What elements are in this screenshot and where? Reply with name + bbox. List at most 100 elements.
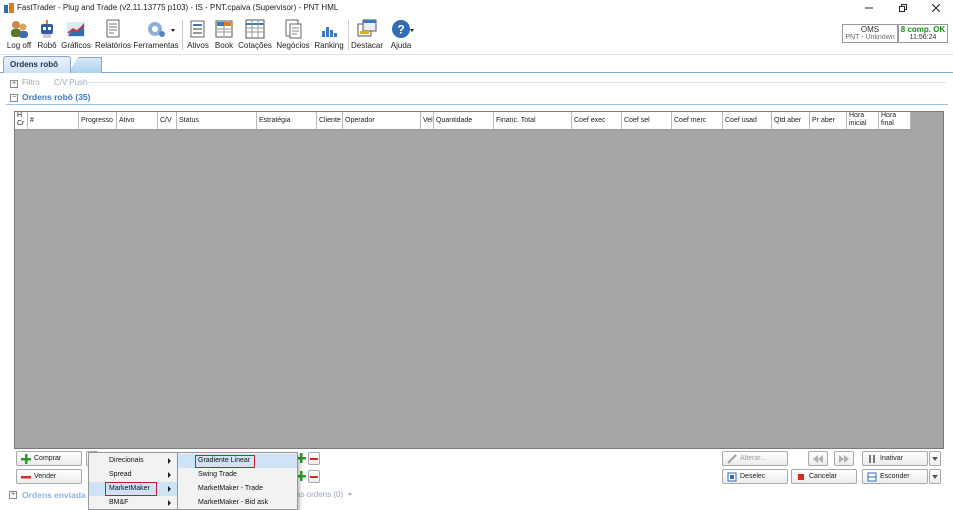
title-bar: FastTrader - Plug and Trade (v2.11.13775… [0, 0, 953, 16]
deselec-button[interactable]: Deselec [722, 469, 788, 484]
inativar-button[interactable]: Inativar [862, 451, 928, 466]
col-coef-sel[interactable]: Coef sel [622, 112, 672, 129]
toolbar-robo-button[interactable]: Robô [35, 18, 59, 52]
minimize-icon [865, 7, 873, 9]
components-status-box[interactable]: 8 comp. OK 11:56:24 [898, 24, 948, 43]
chevron-down-icon [932, 456, 938, 461]
rewind-icon [813, 454, 823, 463]
ferramentas-dropdown-chevron-icon[interactable] [171, 29, 175, 32]
filter-value: C/V:Push [54, 78, 88, 87]
sent-orders-count: as ordens (0) [296, 490, 344, 499]
col-qtd-aber[interactable]: Qtd aber [772, 112, 810, 129]
hide-icon [867, 472, 877, 482]
toolbar-ranking-button[interactable]: Ranking [313, 18, 345, 52]
orders-section-title: Ordens robô (35) [22, 92, 91, 102]
book-icon [214, 19, 234, 39]
col-vel[interactable]: Vel [421, 112, 434, 129]
col-number[interactable]: # [28, 112, 79, 129]
col-cliente[interactable]: Cliente [317, 112, 343, 129]
oms-label: OMS [860, 25, 880, 34]
submenu-arrow-icon [168, 486, 171, 492]
sent-orders-expand-toggle[interactable]: + [9, 491, 17, 499]
close-icon [932, 4, 940, 12]
toolbar-cotacoes-button[interactable]: Cotações [238, 18, 272, 52]
cancel-square-icon [796, 472, 806, 482]
help-icon: ? [391, 19, 411, 39]
pause-icon [867, 454, 877, 464]
forward-icon [839, 454, 849, 463]
col-pr-aber[interactable]: Pr aber [810, 112, 847, 129]
oms-status-box[interactable]: OMS PNT - Unknown [842, 24, 898, 43]
col-h-cr[interactable]: H Cr [15, 112, 28, 129]
tab-label: Ordens robô [10, 60, 59, 69]
alterar-button[interactable]: Alterar... [722, 451, 788, 466]
charts-icon [66, 19, 86, 39]
col-hora-final[interactable]: Hora final [879, 112, 911, 129]
col-quantidade[interactable]: Quantidade [434, 112, 494, 129]
grid-header: H Cr # Progresso Ativo C/V Status Estrat… [15, 112, 911, 130]
reports-icon [103, 19, 123, 39]
minimize-button[interactable] [852, 0, 886, 16]
col-coef-usad[interactable]: Coef usad [723, 112, 772, 129]
col-coef-exec[interactable]: Coef exec [572, 112, 622, 129]
ajuda-dropdown-chevron-icon[interactable] [410, 29, 414, 32]
toolbar-negocios-button[interactable]: Negócios [275, 18, 311, 52]
remove-row-button[interactable] [308, 452, 320, 465]
col-estrategia[interactable]: Estratégia [257, 112, 317, 129]
pencil-icon [727, 453, 737, 464]
main-toolbar: Log off Robô Gráficos Relatórios Ferrame… [0, 16, 953, 55]
assets-icon [188, 19, 208, 39]
col-coef-merc[interactable]: Coef merc [672, 112, 723, 129]
restore-icon [899, 4, 907, 12]
clock-time: 11:56:24 [909, 34, 937, 41]
restore-button[interactable] [886, 0, 920, 16]
tab-ordens-robo[interactable]: Ordens robô [3, 56, 71, 73]
toolbar-ferramentas-button[interactable]: Ferramentas [133, 18, 179, 52]
filter-divider [86, 82, 946, 83]
toolbar-ajuda-button[interactable]: ? Ajuda [389, 18, 413, 52]
menu-item-marketmaker-trade[interactable]: MarketMaker - Trade [178, 482, 297, 496]
menu-item-direcionais[interactable]: Direcionais [89, 454, 177, 468]
esconder-dropdown-button[interactable] [929, 469, 941, 484]
vender-button[interactable]: Vender [16, 469, 82, 484]
menu-item-spread[interactable]: Spread [89, 468, 177, 482]
cancelar-button[interactable]: Cancelar [791, 469, 857, 484]
tab-strip [0, 55, 953, 73]
minus-icon [310, 457, 318, 460]
toolbar-graficos-button[interactable]: Gráficos [61, 18, 91, 52]
next-button[interactable] [834, 451, 854, 466]
logoff-users-icon [9, 19, 29, 39]
toolbar-destacar-button[interactable]: Destacar [351, 18, 383, 52]
close-window-button[interactable] [919, 0, 953, 16]
comprar-button[interactable]: Comprar [16, 451, 82, 466]
col-hora-inicial[interactable]: Hora inicial [847, 112, 879, 129]
plus-icon [21, 453, 31, 464]
quotes-grid-icon [245, 19, 265, 39]
submenu-arrow-icon [168, 500, 171, 506]
toolbar-ativos-button[interactable]: Ativos [185, 18, 211, 52]
toolbar-relatorios-button[interactable]: Relatórios [95, 18, 131, 52]
orders-grid[interactable]: H Cr # Progresso Ativo C/V Status Estrat… [14, 111, 944, 449]
col-ativo[interactable]: Ativo [117, 112, 158, 129]
esconder-button[interactable]: Esconder [862, 469, 928, 484]
remove-row-button[interactable] [308, 470, 320, 483]
orders-collapse-toggle[interactable]: − [10, 94, 18, 102]
filter-expand-toggle[interactable]: + [10, 80, 18, 88]
marketmaker-highlight-box [105, 482, 157, 496]
inativar-dropdown-button[interactable] [929, 451, 941, 466]
marketmaker-submenu: Gradiente Linear Swing Trade MarketMaker… [177, 452, 298, 510]
window-title: FastTrader - Plug and Trade (v2.11.13775… [17, 3, 339, 12]
previous-button[interactable] [808, 451, 828, 466]
toolbar-logoff-button[interactable]: Log off [4, 18, 34, 52]
trades-icon [283, 19, 303, 39]
col-operador[interactable]: Operador [343, 112, 421, 129]
col-progresso[interactable]: Progresso [79, 112, 117, 129]
col-status[interactable]: Status [177, 112, 257, 129]
col-cv[interactable]: C/V [158, 112, 177, 129]
col-financ-total[interactable]: Financ. Total [494, 112, 572, 129]
toolbar-book-button[interactable]: Book [213, 18, 235, 52]
toolbar-separator [348, 20, 349, 50]
sent-orders-chevron-icon[interactable] [348, 493, 352, 496]
deselect-icon [727, 472, 737, 482]
menu-item-swing-trade[interactable]: Swing Trade [178, 468, 297, 482]
